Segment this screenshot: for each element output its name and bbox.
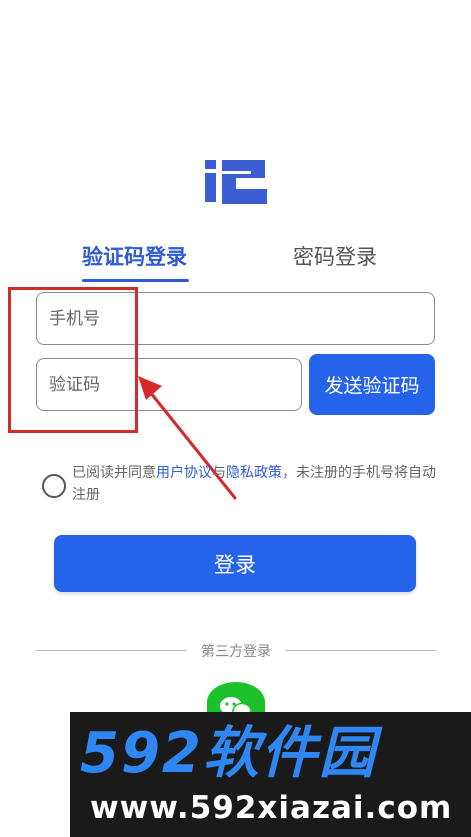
app-logo bbox=[205, 158, 267, 206]
user-agreement-link[interactable]: 用户协议 bbox=[156, 465, 212, 481]
divider-left bbox=[36, 650, 186, 651]
annotation-highlight-box bbox=[8, 287, 138, 433]
agreement-checkbox[interactable] bbox=[42, 474, 66, 498]
tab-sms-login[interactable]: 验证码登录 bbox=[82, 243, 187, 271]
privacy-policy-link[interactable]: 隐私政策 bbox=[226, 465, 282, 481]
agreement-text: 已阅读并同意用户协议与隐私政策，未注册的手机号将自动注册 bbox=[72, 462, 442, 506]
send-code-button[interactable]: 发送验证码 bbox=[309, 354, 435, 415]
watermark-banner: 592软件园 www.592xiazai.com bbox=[70, 712, 471, 837]
third-party-login-label: 第三方登录 bbox=[192, 641, 280, 661]
tab-password-login[interactable]: 密码登录 bbox=[293, 243, 377, 271]
login-button[interactable]: 登录 bbox=[54, 535, 416, 592]
watermark-brand: 592软件园 bbox=[80, 721, 377, 786]
divider-right bbox=[286, 650, 436, 651]
agreement-prefix: 已阅读并同意 bbox=[72, 465, 156, 481]
watermark-url: www.592xiazai.com bbox=[90, 790, 453, 826]
active-tab-indicator bbox=[82, 279, 189, 282]
agreement-and: 与 bbox=[212, 465, 226, 481]
